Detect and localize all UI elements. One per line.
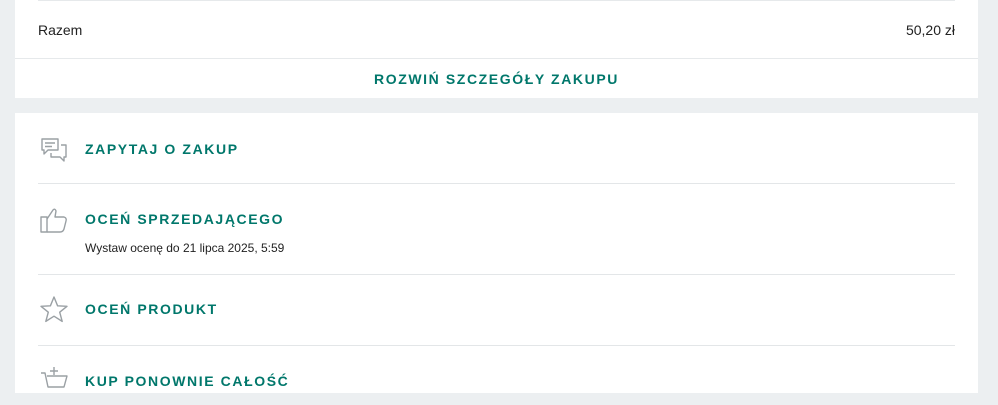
star-icon <box>38 294 70 326</box>
ask-about-purchase-action[interactable]: ZAPYTAJ O ZAKUP <box>38 133 955 183</box>
total-row: Razem 50,20 zł <box>38 0 955 59</box>
rate-product-label: OCEŃ PRODUKT <box>85 301 218 317</box>
chat-bubbles-icon <box>38 135 70 167</box>
total-label: Razem <box>38 22 83 38</box>
thumbs-up-icon <box>38 205 70 237</box>
cart-icon <box>38 365 70 397</box>
divider <box>38 183 955 184</box>
expand-details-button[interactable]: ROZWIŃ SZCZEGÓŁY ZAKUPU <box>15 58 978 99</box>
total-value: 50,20 zł <box>905 22 955 38</box>
ask-about-purchase-label: ZAPYTAJ O ZAKUP <box>85 141 239 157</box>
divider <box>38 345 955 346</box>
buy-again-label: KUP PONOWNIE CAŁOŚĆ <box>85 373 290 389</box>
divider <box>38 274 955 275</box>
purchase-actions-card: ZAPYTAJ O ZAKUP OCEŃ SPRZEDAJĄCEGO Wysta… <box>15 113 978 393</box>
rate-seller-label: OCEŃ SPRZEDAJĄCEGO <box>85 211 285 227</box>
purchase-summary-card: Razem 50,20 zł ROZWIŃ SZCZEGÓŁY ZAKUPU <box>15 0 978 98</box>
buy-again-action[interactable]: KUP PONOWNIE CAŁOŚĆ <box>38 365 955 405</box>
rate-seller-action[interactable]: OCEŃ SPRZEDAJĄCEGO Wystaw ocenę do 21 li… <box>38 203 955 273</box>
rating-deadline-text: Wystaw ocenę do 21 lipca 2025, 5:59 <box>85 241 285 255</box>
rate-product-action[interactable]: OCEŃ PRODUKT <box>38 293 955 343</box>
expand-details-label: ROZWIŃ SZCZEGÓŁY ZAKUPU <box>374 71 619 87</box>
